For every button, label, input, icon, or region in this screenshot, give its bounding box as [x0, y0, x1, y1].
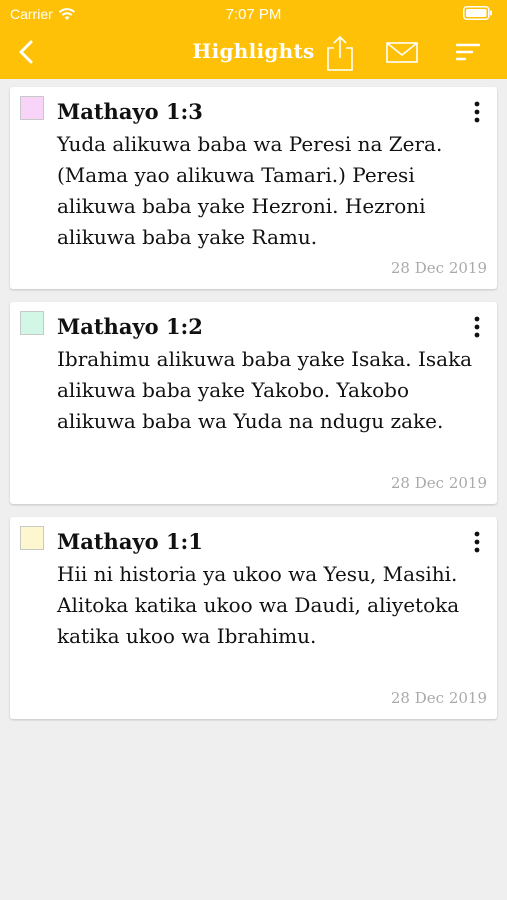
battery-icon	[463, 6, 493, 23]
highlight-color-swatch	[20, 526, 44, 550]
share-icon	[327, 35, 353, 71]
highlight-card[interactable]: Mathayo 1:1 Hii ni historia ya ukoo wa Y…	[10, 517, 497, 719]
status-time: 7:07 PM	[225, 6, 282, 23]
app-header: Carrier 7:07 PM Highlights	[0, 0, 507, 79]
more-vertical-icon	[474, 316, 480, 338]
highlight-date: 28 Dec 2019	[390, 259, 487, 277]
more-options-button[interactable]	[465, 528, 489, 556]
mail-icon	[386, 42, 418, 63]
more-options-button[interactable]	[465, 313, 489, 341]
page-title: Highlights	[192, 39, 315, 63]
highlight-color-swatch	[20, 311, 44, 335]
verse-reference: Mathayo 1:3	[57, 99, 203, 124]
nav-bar: Highlights	[0, 28, 507, 79]
highlight-date: 28 Dec 2019	[390, 474, 487, 492]
mail-button[interactable]	[384, 34, 420, 70]
highlight-color-swatch	[20, 96, 44, 120]
verse-text: Yuda alikuwa baba wa Peresi na Zera. (Ma…	[57, 132, 443, 249]
verse-text: Hii ni historia ya ukoo wa Yesu, Masihi.…	[57, 562, 460, 648]
verse-text: Ibrahimu alikuwa baba yake Isaka. Isaka …	[57, 347, 473, 433]
more-vertical-icon	[474, 531, 480, 553]
more-vertical-icon	[474, 101, 480, 123]
sort-icon	[455, 43, 481, 61]
highlights-list: Mathayo 1:3 Yuda alikuwa baba wa Peresi …	[10, 87, 497, 732]
highlight-card[interactable]: Mathayo 1:3 Yuda alikuwa baba wa Peresi …	[10, 87, 497, 289]
sort-button[interactable]	[452, 34, 484, 70]
share-button[interactable]	[324, 34, 356, 72]
status-bar: Carrier 7:07 PM	[0, 0, 507, 28]
verse-reference: Mathayo 1:2	[57, 314, 203, 339]
verse-reference: Mathayo 1:1	[57, 529, 203, 554]
highlight-date: 28 Dec 2019	[390, 689, 487, 707]
more-options-button[interactable]	[465, 98, 489, 126]
highlight-card[interactable]: Mathayo 1:2 Ibrahimu alikuwa baba yake I…	[10, 302, 497, 504]
